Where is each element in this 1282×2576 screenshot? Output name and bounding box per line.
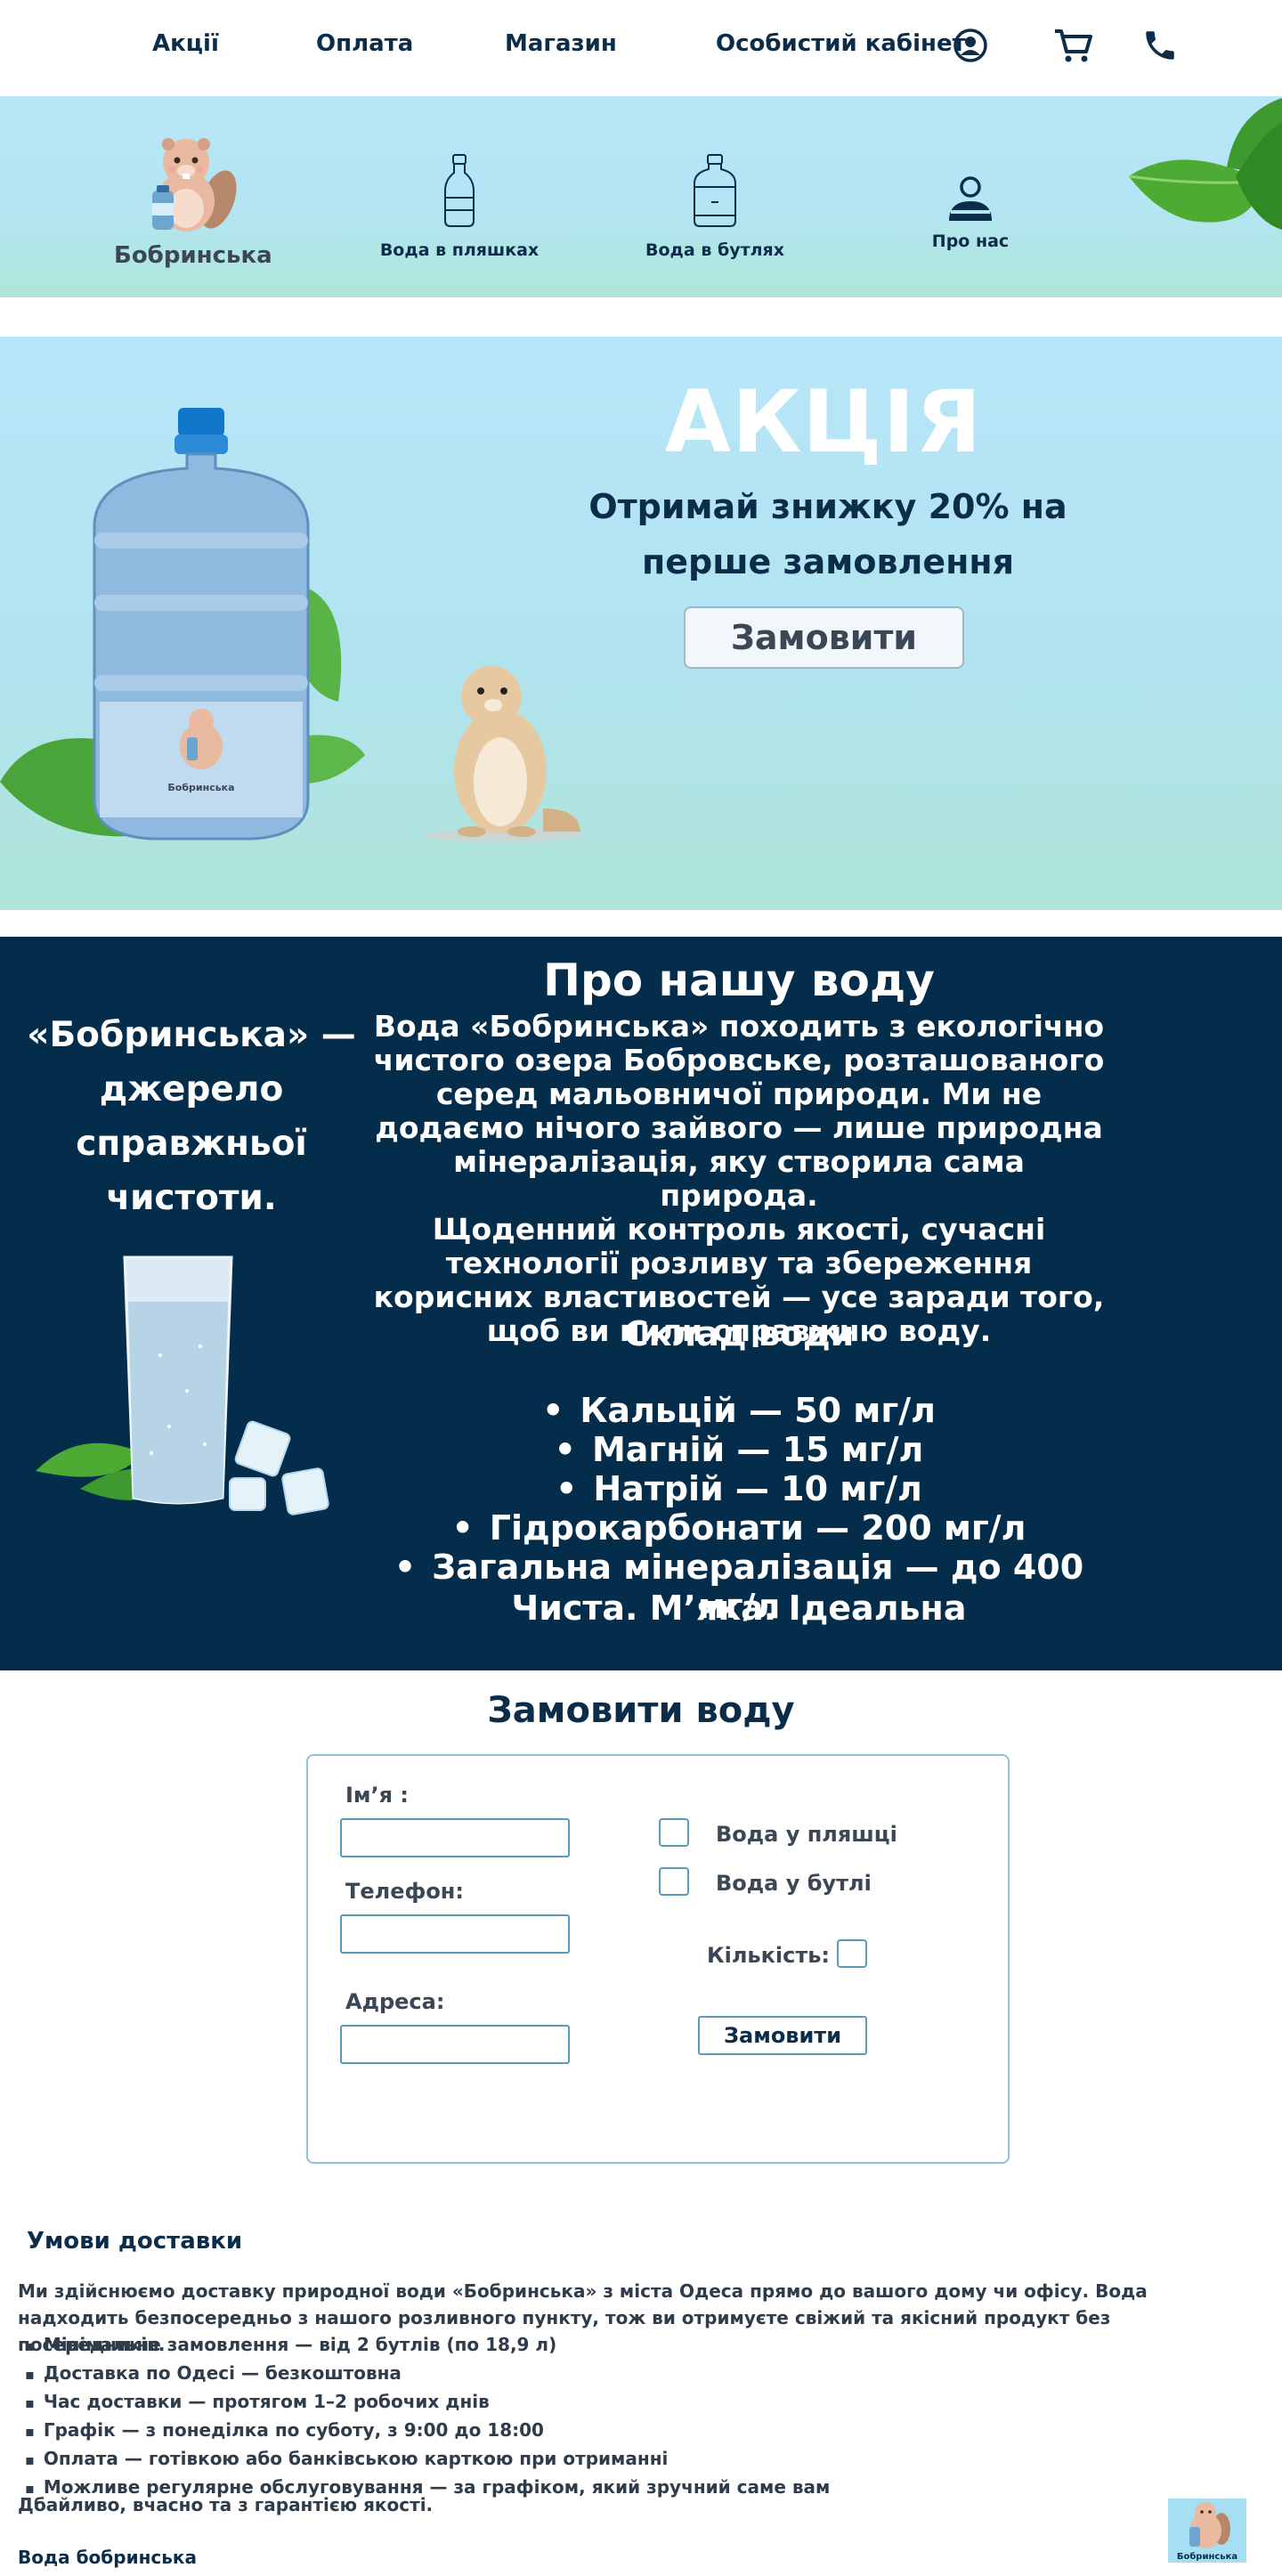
composition-item: Натрій — 10 мг/л [369, 1469, 1108, 1508]
nav-link-shop[interactable]: Магазин [505, 30, 617, 57]
category-label-bottles: Вода в пляшках [379, 240, 540, 260]
footer-brand: Вода бобринська [18, 2547, 197, 2568]
promo-order-button[interactable]: Замовити [684, 606, 964, 669]
delivery-item: Оплата — готівкою або банківською картко… [18, 2445, 830, 2474]
bottle-icon [444, 154, 475, 227]
jug-icon [694, 154, 736, 227]
footer-logo[interactable]: Бобринська [1168, 2499, 1246, 2563]
footer-beaver-icon: Бобринська [1177, 2502, 1237, 2562]
cart-icon[interactable] [1052, 27, 1093, 68]
quantity-field[interactable] [837, 1939, 867, 1968]
water-glass-image [36, 1255, 329, 1516]
quantity-label: Кількість: [707, 1943, 831, 1968]
water-jug-image: Бобринська [0, 408, 365, 841]
composition-title: Склад води [623, 1314, 855, 1353]
delivery-list: Мінімальне замовлення — від 2 бутлів (по… [18, 2331, 831, 2502]
promo-text-line-2: перше замовлення [641, 542, 1015, 581]
about-title: Про нашу воду [543, 955, 935, 1006]
delivery-item: Доставка по Одесі — безкоштовна [18, 2360, 830, 2388]
jug-brand-label: Бобринська [167, 782, 234, 793]
promo-title: АКЦІЯ [664, 372, 983, 472]
bottle-checkbox[interactable] [659, 1818, 689, 1847]
account-icon[interactable] [952, 27, 989, 68]
delivery-outro: Дбайливо, вчасно та з гарантією якості. [18, 2494, 434, 2515]
brand-home-link[interactable]: Бобринська [114, 130, 272, 269]
delivery-title: Умови доставки [27, 2228, 243, 2255]
bottle-option-label: Вода у пляшці [716, 1822, 897, 1847]
nav-link-payment[interactable]: Оплата [316, 30, 413, 57]
about-paragraph-1: Вода «Бобринська» походить з екологічно … [373, 1009, 1105, 1213]
promo-text: Отримай знижку 20% на перше замовлення [570, 479, 1086, 589]
beaver-logo [152, 138, 237, 232]
composition-item: Магній — 15 мг/л [369, 1430, 1108, 1469]
delivery-item: Графік — з понеділка по суботу, з 9:00 д… [18, 2417, 830, 2445]
order-submit-button[interactable]: Замовити [698, 2016, 867, 2055]
promo-banner: Бобринська АКЦІЯ Отримай знижку 20% на п… [0, 337, 1282, 910]
category-jugs[interactable]: Вода в бутлях [635, 153, 795, 260]
phone-input[interactable] [340, 1914, 570, 1954]
delivery-section: Умови доставки Ми здійснюємо доставку пр… [0, 2226, 1282, 2576]
address-input[interactable] [340, 2025, 570, 2064]
category-about[interactable]: Про нас [917, 175, 1024, 251]
nav-link-account[interactable]: Особистий кабінет [716, 30, 966, 57]
about-tagline: «Бобринська» — джерело справжньої чистот… [27, 1015, 356, 1218]
nav-link-promotions[interactable]: Акції [152, 30, 219, 57]
person-icon [949, 176, 992, 221]
brand-label: Бобринська [114, 242, 272, 269]
order-form: Ім’я : Телефон: Адреса: Вода у пляшці Во… [306, 1754, 1010, 2164]
category-label-jugs: Вода в бутлях [645, 240, 784, 260]
footer-logo-label: Бобринська [1177, 2551, 1237, 2562]
order-title: Замовити воду [487, 1690, 795, 1731]
address-label: Адреса: [345, 1989, 445, 2014]
category-bottles[interactable]: Вода в пляшках [379, 153, 540, 260]
name-input[interactable] [340, 1818, 570, 1857]
delivery-item: Час доставки — протягом 1–2 робочих днів [18, 2388, 830, 2417]
composition-item: Кальцій — 50 мг/л [369, 1391, 1108, 1430]
marmot-image [423, 666, 583, 842]
top-navigation: Акції Оплата Магазин Особистий кабінет [0, 0, 1282, 96]
about-section: «Бобринська» — джерело справжньої чистот… [0, 937, 1282, 1670]
phone-label: Телефон: [345, 1879, 464, 1904]
leaf-decoration [1129, 98, 1282, 230]
jug-option-label: Вода у бутлі [716, 1871, 872, 1896]
category-label-about: Про нас [931, 232, 1010, 251]
promo-text-line-1: Отримай знижку 20% на [588, 487, 1067, 526]
category-bar: Бобринська Вода в пляшках Вода в бутлях … [0, 96, 1282, 297]
about-text: Вода «Бобринська» походить з екологічно … [369, 1010, 1108, 1348]
jug-checkbox[interactable] [659, 1867, 689, 1896]
about-slogan: Чиста. М’яка. Ідеальна [511, 1589, 967, 1628]
phone-icon[interactable] [1141, 27, 1179, 68]
delivery-item: Мінімальне замовлення — від 2 бутлів (по… [18, 2331, 830, 2360]
name-label: Ім’я : [345, 1783, 410, 1808]
composition-item: Гідрокарбонати — 200 мг/л [369, 1508, 1108, 1548]
